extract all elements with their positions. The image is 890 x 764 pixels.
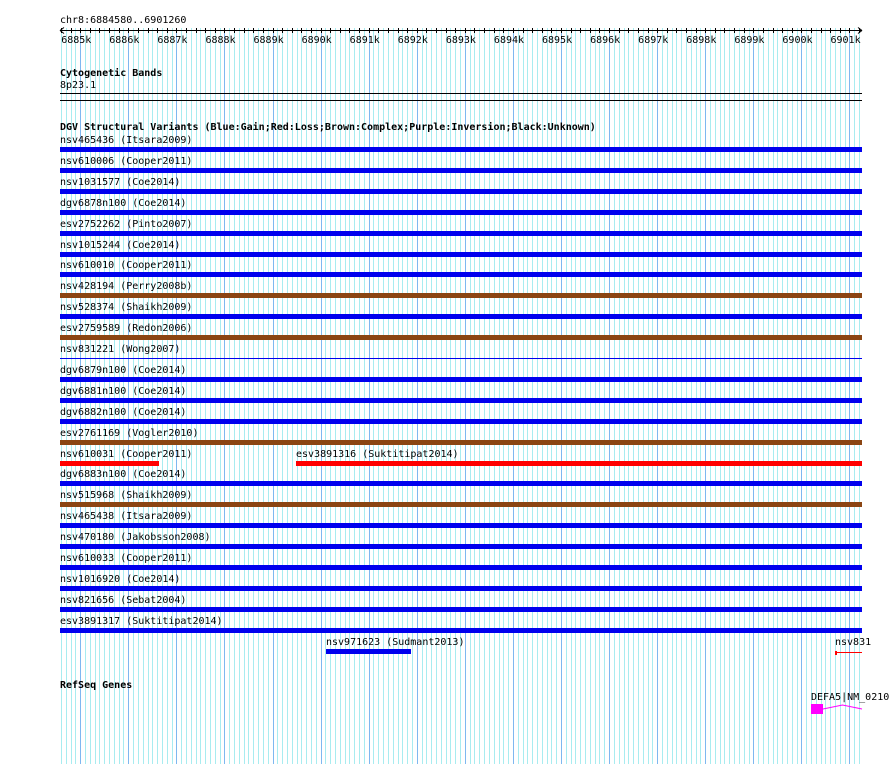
variant-bar[interactable] bbox=[60, 565, 862, 570]
variant-bar[interactable] bbox=[60, 377, 862, 382]
variant-bar[interactable] bbox=[60, 398, 862, 403]
variant-bar[interactable] bbox=[60, 314, 862, 319]
ruler-tick-label: 6895k bbox=[542, 35, 573, 46]
ruler-tick-label: 6887k bbox=[157, 35, 188, 46]
variant-label: nsv610033 (Cooper2011) bbox=[60, 553, 193, 564]
variant-label: nsv515968 (Shaikh2009) bbox=[60, 490, 193, 501]
variant-bar[interactable] bbox=[60, 189, 862, 194]
variant-bar[interactable] bbox=[60, 358, 862, 359]
variant-label: nsv1015244 (Coe2014) bbox=[60, 240, 181, 251]
variant-bar[interactable] bbox=[60, 440, 862, 445]
variant-label: esv3891317 (Suktitipat2014) bbox=[60, 616, 223, 627]
ruler-tick-label: 6893k bbox=[445, 35, 476, 46]
variant-bar[interactable] bbox=[60, 607, 862, 612]
variant-bar[interactable] bbox=[60, 272, 862, 277]
ruler-tick-label: 6890k bbox=[301, 35, 332, 46]
variant-bar[interactable] bbox=[296, 461, 862, 466]
track-divider bbox=[60, 100, 862, 101]
variant-label: esv2761169 (Vogler2010) bbox=[60, 428, 199, 439]
variant-bar[interactable] bbox=[60, 147, 862, 152]
variant-bar[interactable] bbox=[60, 586, 862, 591]
variant-label: dgv6881n100 (Coe2014) bbox=[60, 386, 187, 397]
variant-label: nsv610010 (Cooper2011) bbox=[60, 260, 193, 271]
variant-label: dgv6879n100 (Coe2014) bbox=[60, 365, 187, 376]
gene-label: DEFA5|NM_0210 bbox=[811, 692, 890, 703]
variant-bar[interactable] bbox=[60, 252, 862, 257]
grid-background bbox=[59, 27, 863, 764]
ruler-tick-label: 6897k bbox=[638, 35, 669, 46]
variant-bar[interactable] bbox=[60, 523, 862, 528]
location-label: chr8:6884580..6901260 bbox=[60, 15, 187, 26]
variant-bar[interactable] bbox=[835, 652, 862, 653]
ruler-tick-label: 6888k bbox=[205, 35, 236, 46]
ruler-tick-label: 6901k bbox=[830, 35, 861, 46]
variant-label: nsv528374 (Shaikh2009) bbox=[60, 302, 193, 313]
variant-bar[interactable] bbox=[60, 419, 862, 424]
cytoband-track-title: Cytogenetic Bands bbox=[60, 68, 163, 79]
variant-bar[interactable] bbox=[60, 502, 862, 507]
variant-label: nsv1031577 (Coe2014) bbox=[60, 177, 181, 188]
variant-label: dgv6883n100 (Coe2014) bbox=[60, 469, 187, 480]
ruler-tick-label: 6892k bbox=[397, 35, 428, 46]
variant-label: nsv971623 (Sudmant2013) bbox=[326, 637, 465, 648]
variant-label: nsv610006 (Cooper2011) bbox=[60, 156, 193, 167]
variant-bar[interactable] bbox=[60, 628, 862, 633]
variant-bar[interactable] bbox=[60, 544, 862, 549]
ruler-tick-label: 6889k bbox=[253, 35, 284, 46]
ruler-tick-label: 6899k bbox=[734, 35, 765, 46]
dgv-track-title: DGV Structural Variants (Blue:Gain;Red:L… bbox=[60, 122, 596, 133]
gene-intron bbox=[822, 704, 863, 710]
ruler-tick-label: 6891k bbox=[349, 35, 380, 46]
gene-exon[interactable] bbox=[811, 704, 823, 714]
variant-bar[interactable] bbox=[60, 335, 862, 340]
variant-label: nsv465438 (Itsara2009) bbox=[60, 511, 193, 522]
variant-bar[interactable] bbox=[60, 481, 862, 486]
variant-label: esv2752262 (Pinto2007) bbox=[60, 219, 193, 230]
variant-label: nsv470180 (Jakobsson2008) bbox=[60, 532, 211, 543]
variant-label: dgv6882n100 (Coe2014) bbox=[60, 407, 187, 418]
variant-bar[interactable] bbox=[60, 210, 862, 215]
variant-bar[interactable] bbox=[60, 461, 159, 466]
variant-label: nsv610031 (Cooper2011) bbox=[60, 449, 193, 460]
refseq-track-title: RefSeq Genes bbox=[60, 680, 133, 691]
ruler-tick-label: 6885k bbox=[61, 35, 92, 46]
variant-label: nsv831 bbox=[835, 637, 872, 648]
variant-bar[interactable] bbox=[60, 168, 862, 173]
ruler-tick-label: 6896k bbox=[590, 35, 621, 46]
variant-label: nsv1016920 (Coe2014) bbox=[60, 574, 181, 585]
ruler-tick-label: 6900k bbox=[782, 35, 813, 46]
ruler-tick-label: 6894k bbox=[493, 35, 525, 46]
variant-label: nsv465436 (Itsara2009) bbox=[60, 135, 193, 146]
variant-bar[interactable] bbox=[60, 231, 862, 236]
variant-label: nsv821656 (Sebat2004) bbox=[60, 595, 187, 606]
variant-bar[interactable] bbox=[835, 651, 837, 655]
variant-label: dgv6878n100 (Coe2014) bbox=[60, 198, 187, 209]
variant-bar[interactable] bbox=[60, 293, 862, 298]
cytoband-label: 8p23.1 bbox=[60, 80, 97, 91]
ruler-tick-label: 6886k bbox=[109, 35, 140, 46]
cytoband-line bbox=[60, 93, 862, 94]
variant-label: nsv428194 (Perry2008b) bbox=[60, 281, 193, 292]
variant-label: nsv831221 (Wong2007) bbox=[60, 344, 181, 355]
variant-bar[interactable] bbox=[326, 649, 411, 654]
ruler-tick-label: 6898k bbox=[686, 35, 717, 46]
variant-label: esv3891316 (Suktitipat2014) bbox=[296, 449, 459, 460]
variant-label: esv2759589 (Redon2006) bbox=[60, 323, 193, 334]
